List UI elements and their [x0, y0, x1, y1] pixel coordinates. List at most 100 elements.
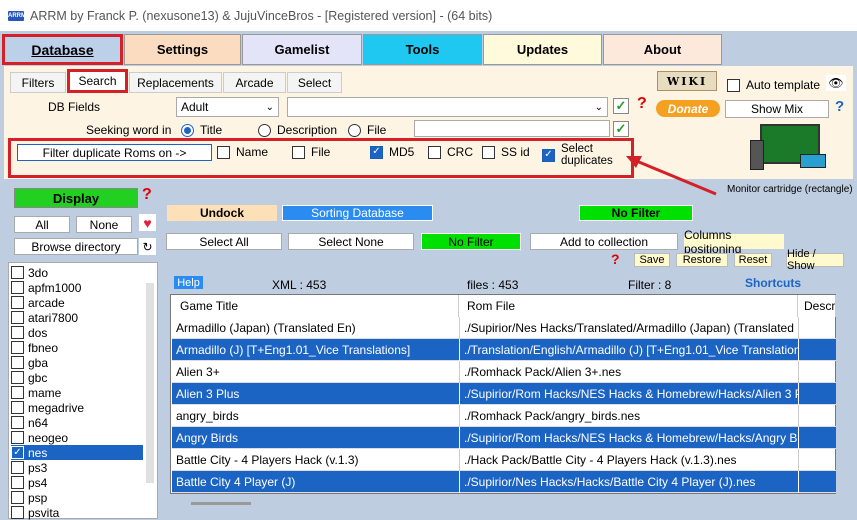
table-row[interactable]: Battle City - 4 Players Hack (v.1.3) ./Ha… [172, 449, 836, 471]
wiki-button[interactable]: WIKI [657, 71, 717, 91]
table-row[interactable]: Alien 3+ ./Romhack Pack/Alien 3+.nes [172, 361, 836, 383]
list-item-system[interactable]: fbneo [11, 340, 143, 355]
system-label: apfm1000 [28, 280, 82, 295]
cell-description [798, 317, 836, 339]
list-item-system[interactable]: apfm1000 [11, 280, 143, 295]
list-item-system[interactable]: psp [11, 490, 143, 505]
tab-tools[interactable]: Tools [363, 34, 482, 65]
table-row[interactable]: Alien 3 Plus ./Supirior/Rom Hacks/NES Hac… [172, 383, 836, 405]
tab-gamelist[interactable]: Gamelist [242, 34, 362, 65]
refresh-icon[interactable]: ↻ [139, 238, 156, 255]
reset-button[interactable]: Reset [734, 253, 772, 267]
cell-title: Armadillo (Japan) (Translated En) [176, 321, 356, 335]
list-item-system[interactable]: arcade [11, 295, 143, 310]
list-item-system[interactable]: ps3 [11, 460, 143, 475]
radio-file[interactable]: File [348, 123, 386, 137]
system-label: n64 [28, 415, 49, 430]
dup-md5-checkbox[interactable]: ✓ MD5 [370, 145, 414, 159]
eye-icon[interactable]: 👁 [826, 75, 846, 91]
table-row[interactable]: Armadillo (J) [T+Eng1.01_Vice Translatio… [172, 339, 836, 361]
sorting-database-button[interactable]: Sorting Database [282, 205, 433, 221]
subtab-search[interactable]: Search [67, 69, 128, 93]
auto-template-checkbox[interactable]: Auto template [727, 78, 820, 92]
radio-title[interactable]: Title [181, 123, 222, 137]
save-button[interactable]: Save [634, 253, 670, 267]
columns-positioning-button[interactable]: Columns positioning [684, 228, 784, 256]
db-field-select[interactable]: Adult ⌄ [176, 97, 279, 117]
show-mix-button[interactable]: Show Mix [725, 100, 829, 118]
help-icon[interactable]: ? [142, 186, 152, 204]
dup-md5-label: MD5 [389, 145, 415, 159]
help-icon[interactable]: ? [637, 95, 647, 113]
cell-description [798, 471, 836, 493]
list-item-system[interactable]: 3do [11, 265, 143, 280]
list-item-system[interactable]: psvita [11, 505, 143, 520]
tab-settings[interactable]: Settings [124, 34, 241, 65]
tab-about[interactable]: About [603, 34, 722, 65]
restore-button[interactable]: Restore [676, 253, 728, 267]
list-item-system[interactable]: n64 [11, 415, 143, 430]
select-all-button[interactable]: Select All [166, 233, 282, 250]
table-row[interactable]: Armadillo (Japan) (Translated En) ./Supir… [172, 317, 836, 339]
window-title: ARRM by Franck P. (nexusone13) & JujuVin… [30, 8, 493, 23]
cell-title: Battle City - 4 Players Hack (v.1.3) [176, 453, 359, 467]
subtab-arcade[interactable]: Arcade [223, 72, 286, 93]
list-item-system[interactable]: ps4 [11, 475, 143, 490]
table-row[interactable]: Angry Birds ./Supirior/Rom Hacks/NES Hack… [172, 427, 836, 449]
list-item-system[interactable]: megadrive [11, 400, 143, 415]
display-button[interactable]: Display [14, 188, 138, 208]
help-blue-icon[interactable]: ? [835, 98, 844, 115]
list-item-system[interactable]: mame [11, 385, 143, 400]
heart-icon[interactable]: ♥ [139, 214, 156, 231]
select-none-button[interactable]: Select None [288, 233, 414, 250]
search-word-input[interactable]: ⌄ [287, 97, 608, 117]
horizontal-scrollbar[interactable] [191, 502, 251, 505]
radio-title-label: Title [200, 123, 223, 137]
list-item-system[interactable]: gbc [11, 370, 143, 385]
apply-check-icon[interactable]: ✓ [613, 98, 629, 114]
filter-duplicate-button[interactable]: Filter duplicate Roms on -> [17, 144, 212, 161]
list-item-system[interactable]: neogeo [11, 430, 143, 445]
browse-directory-button[interactable]: Browse directory [14, 238, 138, 255]
select-duplicates-checkbox[interactable]: ✓ Select duplicates [542, 143, 613, 167]
table-row[interactable]: angry_birds ./Romhack Pack/angry_birds.ne… [172, 405, 836, 427]
seeking-extra-input[interactable] [414, 120, 610, 137]
subtab-filters[interactable]: Filters [10, 72, 66, 93]
undock-button[interactable]: Undock [167, 205, 277, 221]
radio-description[interactable]: Description [258, 123, 337, 137]
list-scrollbar[interactable] [146, 283, 154, 483]
hide-show-button[interactable]: Hide / Show [786, 248, 844, 272]
list-item-system[interactable]: gba [11, 355, 143, 370]
dup-file-checkbox[interactable]: File [292, 145, 330, 159]
cell-description [798, 383, 836, 405]
system-label: psp [28, 490, 48, 505]
subtab-select[interactable]: Select [287, 72, 342, 93]
help-button[interactable]: Help [174, 276, 203, 289]
no-filter-button[interactable]: No Filter [421, 233, 521, 250]
list-item-system[interactable]: dos [11, 325, 143, 340]
shortcuts-link[interactable]: Shortcuts [745, 276, 801, 290]
subtab-replacements[interactable]: Replacements [129, 72, 222, 93]
help-icon[interactable]: ? [611, 251, 620, 267]
column-header-description[interactable]: Descri [798, 295, 836, 317]
donate-button[interactable]: Donate [656, 100, 720, 117]
cell-rom-file: ./Hack Pack/Battle City - 4 Players Hack… [459, 449, 798, 471]
xml-count: XML : 453 [272, 278, 327, 292]
add-to-collection-button[interactable]: Add to collection [530, 233, 678, 250]
cell-title: Angry Birds [176, 431, 239, 445]
dup-name-checkbox[interactable]: Name [217, 145, 268, 159]
select-none-systems-button[interactable]: None [76, 216, 132, 233]
apply-check-icon[interactable]: ✓ [613, 121, 629, 137]
tab-updates[interactable]: Updates [483, 34, 602, 65]
cell-rom-file: ./Romhack Pack/angry_birds.nes [459, 405, 798, 427]
column-header-title[interactable]: Game Title [172, 295, 459, 317]
dup-file-label: File [311, 145, 331, 159]
dup-ssid-checkbox[interactable]: SS id [482, 145, 530, 159]
list-item-system[interactable]: atari7800 [11, 310, 143, 325]
column-header-rom[interactable]: Rom File [459, 295, 798, 317]
list-item-system-selected[interactable]: ✓ nes [11, 445, 143, 460]
tab-database[interactable]: Database [2, 34, 123, 65]
dup-crc-checkbox[interactable]: CRC [428, 145, 473, 159]
table-row[interactable]: Battle City 4 Player (J) ./Supirior/Nes H… [172, 471, 836, 493]
select-all-systems-button[interactable]: All [14, 216, 70, 233]
